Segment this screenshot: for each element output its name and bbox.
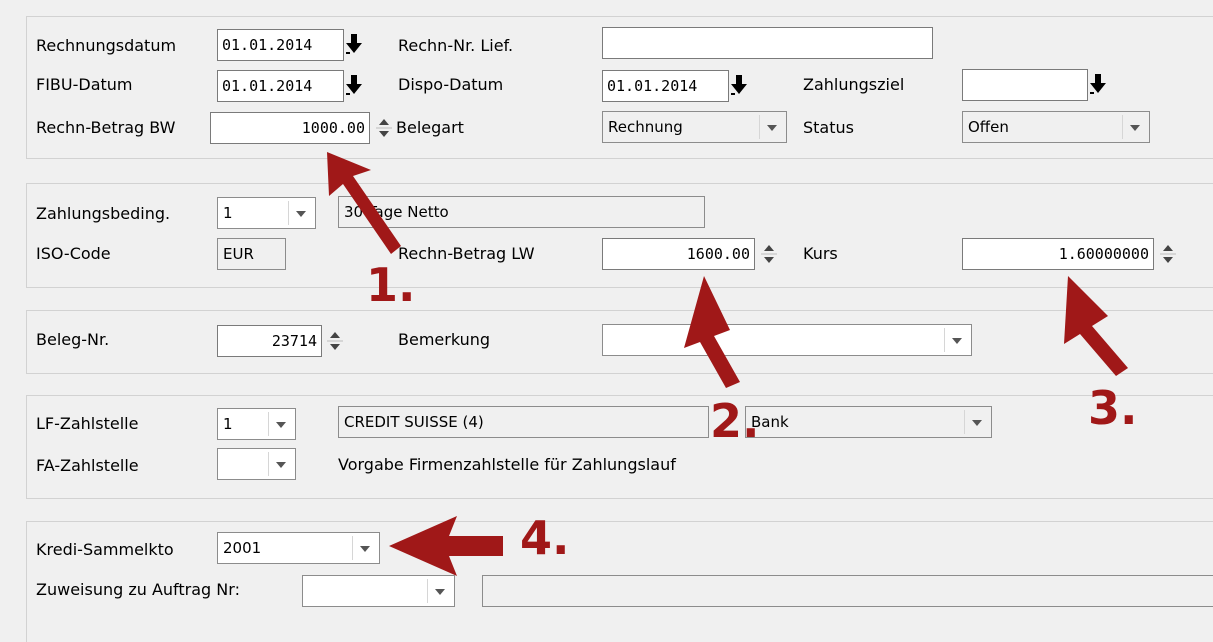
annotation-arrow-3: [1064, 276, 1128, 376]
zahlungsziel-calendar-icon[interactable]: [1089, 73, 1107, 95]
iso-code-label: ISO-Code: [36, 244, 111, 263]
rechn-betrag-lw-field[interactable]: 1600.00: [602, 238, 755, 270]
chevron-down-icon[interactable]: [268, 452, 292, 476]
zahlungsziel-label: Zahlungsziel: [803, 75, 905, 94]
zahlungsbeding-value: 1: [223, 204, 233, 222]
rechn-nr-lief-field[interactable]: [602, 27, 933, 59]
annotation-arrow-4: [389, 516, 503, 576]
rechn-betrag-lw-spinner[interactable]: [758, 238, 780, 270]
chevron-down-icon[interactable]: [427, 579, 451, 603]
belegart-value: Rechnung: [608, 118, 683, 136]
chevron-down-icon[interactable]: [1122, 115, 1146, 139]
zahlungsbeding-label: Zahlungsbeding.: [36, 204, 171, 223]
rechn-nr-lief-label: Rechn-Nr. Lief.: [398, 36, 514, 55]
lf-zahlstelle-value: 1: [223, 415, 233, 433]
beleg-nr-spinner[interactable]: [324, 325, 346, 357]
fibu-datum-calendar-icon[interactable]: [345, 74, 363, 96]
kurs-label: Kurs: [803, 244, 838, 263]
kredi-sammelkto-select[interactable]: 2001: [217, 532, 380, 564]
dispo-datum-field[interactable]: 01.01.2014: [602, 70, 729, 102]
dispo-datum-calendar-icon[interactable]: [730, 74, 748, 96]
status-select[interactable]: Offen: [962, 111, 1150, 143]
status-label: Status: [803, 118, 854, 137]
annotation-label-2: 2.: [710, 394, 760, 448]
kurs-spinner[interactable]: [1157, 238, 1179, 270]
lf-zahlstelle-type-select[interactable]: Bank: [745, 406, 992, 438]
chevron-down-icon[interactable]: [759, 115, 783, 139]
kredi-sammelkto-label: Kredi-Sammelkto: [36, 540, 174, 559]
chevron-down-icon[interactable]: [352, 536, 376, 560]
chevron-down-icon[interactable]: [268, 412, 292, 436]
bemerkung-select[interactable]: [602, 324, 972, 356]
rechnungsdatum-field[interactable]: 01.01.2014: [217, 29, 344, 61]
fa-zahlstelle-select[interactable]: [217, 448, 296, 480]
auftrag-label: Zuweisung zu Auftrag Nr:: [36, 580, 240, 599]
rechn-betrag-lw-label: Rechn-Betrag LW: [398, 244, 535, 263]
status-value: Offen: [968, 118, 1009, 136]
belegart-label: Belegart: [396, 118, 464, 137]
annotation-arrow-1: [327, 152, 401, 254]
kurs-field[interactable]: 1.60000000: [962, 238, 1154, 270]
rechnungsdatum-label: Rechnungsdatum: [36, 36, 177, 55]
lf-zahlstelle-select[interactable]: 1: [217, 408, 296, 440]
annotation-arrow-2: [684, 276, 740, 388]
lf-zahlstelle-label: LF-Zahlstelle: [36, 414, 139, 433]
belegart-select[interactable]: Rechnung: [602, 111, 787, 143]
fibu-datum-label: FIBU-Datum: [36, 75, 133, 94]
lf-zahlstelle-bank-name: CREDIT SUISSE (4): [338, 406, 709, 438]
chevron-down-icon[interactable]: [288, 201, 312, 225]
fa-zahlstelle-label: FA-Zahlstelle: [36, 456, 139, 475]
auftrag-text: [482, 575, 1213, 607]
fibu-datum-field[interactable]: 01.01.2014: [217, 70, 344, 102]
annotation-label-1: 1.: [366, 258, 416, 312]
beleg-nr-label: Beleg-Nr.: [36, 330, 110, 349]
annotation-label-4: 4.: [520, 511, 570, 565]
beleg-nr-field[interactable]: 23714: [217, 325, 322, 357]
dispo-datum-label: Dispo-Datum: [398, 75, 504, 94]
annotation-label-3: 3.: [1088, 381, 1138, 435]
iso-code-field: EUR: [217, 238, 286, 270]
rechnungsdatum-calendar-icon[interactable]: [345, 33, 363, 55]
zahlungsziel-field[interactable]: [962, 69, 1088, 101]
kredi-sammelkto-value: 2001: [223, 539, 262, 557]
chevron-down-icon[interactable]: [964, 410, 988, 434]
rechn-betrag-bw-label: Rechn-Betrag BW: [36, 118, 176, 137]
bemerkung-label: Bemerkung: [398, 330, 491, 349]
chevron-down-icon[interactable]: [944, 328, 968, 352]
zahlungsbeding-select[interactable]: 1: [217, 197, 316, 229]
rechn-betrag-bw-field[interactable]: 1000.00: [210, 112, 370, 144]
rechn-betrag-bw-spinner[interactable]: [373, 112, 395, 144]
fa-zahlstelle-hint: Vorgabe Firmenzahlstelle für Zahlungslau…: [338, 455, 676, 474]
